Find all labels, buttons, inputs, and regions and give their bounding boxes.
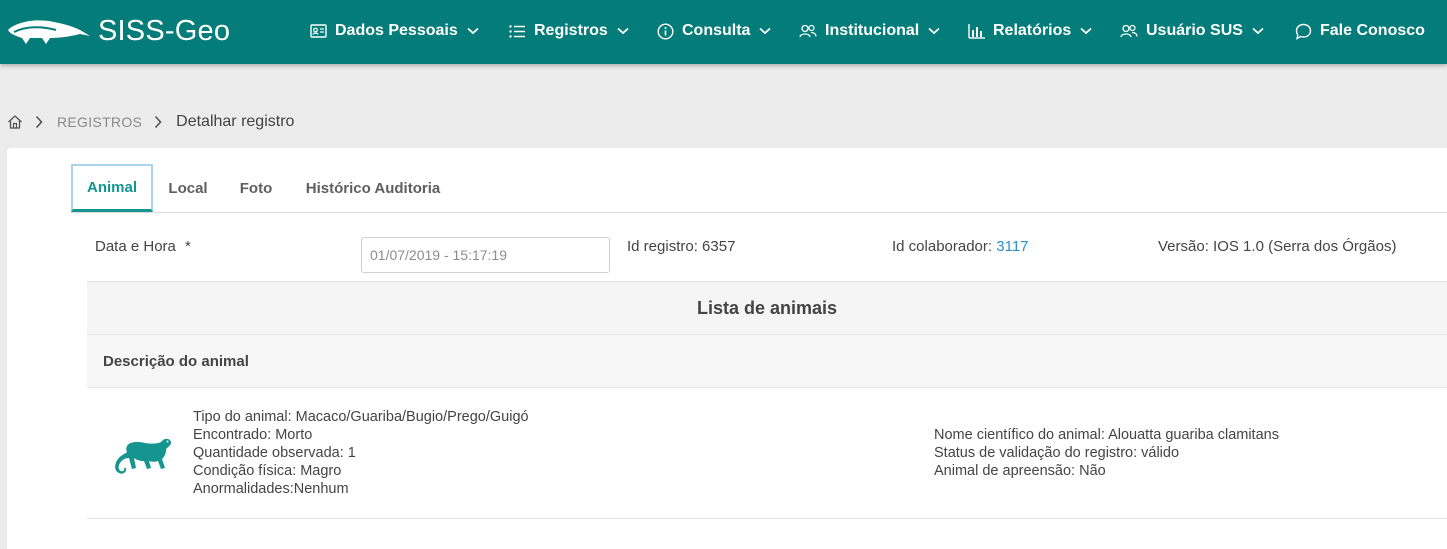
tab-bar: Animal Local Foto Histórico Auditoria <box>71 164 1447 213</box>
nav-fale-conosco[interactable]: Fale Conosco <box>1294 0 1425 62</box>
nav-label: Usuário SUS <box>1146 22 1243 39</box>
nav-label: Consulta <box>682 22 751 39</box>
animal-condicao: Condição física: Magro <box>193 463 342 479</box>
animal-list-item: Tipo do animal: Macaco/Guariba/Bugio/Pre… <box>87 388 1447 519</box>
versao-value: IOS 1.0 (Serra dos Órgãos) <box>1213 238 1397 255</box>
tab-local[interactable]: Local <box>161 164 215 212</box>
id-colaborador-link[interactable]: 3117 <box>996 238 1028 255</box>
id-card-icon <box>309 22 327 40</box>
breadcrumb-registros[interactable]: REGISTROS <box>57 114 142 130</box>
nav-label: Relatórios <box>993 22 1072 39</box>
main-nav: Dados Pessoais Registros Consulta Instit… <box>0 0 1447 64</box>
date-time-field[interactable]: 01/07/2019 - 15:17:19 <box>361 237 610 273</box>
home-icon[interactable] <box>7 114 23 130</box>
animal-status-validacao: Status de validação do registro: válido <box>934 445 1180 461</box>
nav-institucional[interactable]: Institucional <box>799 0 940 62</box>
nav-label: Registros <box>534 22 608 39</box>
date-label: Data e Hora * <box>95 238 191 255</box>
bar-chart-icon <box>967 22 985 40</box>
monkey-icon <box>115 438 172 474</box>
id-registro-value: 6357 <box>702 238 736 255</box>
animal-details-right: Nome científico do animal: Alouatta guar… <box>934 426 1279 480</box>
tab-historico-auditoria[interactable]: Histórico Auditoria <box>299 164 447 212</box>
chevron-right-icon <box>154 115 166 129</box>
nav-label: Dados Pessoais <box>335 22 458 39</box>
versao: Versão: IOS 1.0 (Serra dos Órgãos) <box>1158 238 1396 255</box>
nav-relatorios[interactable]: Relatórios <box>967 0 1092 62</box>
animal-encontrado: Encontrado: Morto <box>193 427 313 443</box>
animal-apreensao: Animal de apreensão: Não <box>934 463 1106 479</box>
nav-usuario-sus[interactable]: Usuário SUS <box>1120 0 1264 62</box>
top-navbar: SISS-Geo Dados Pessoais Registros Consul… <box>0 0 1447 64</box>
users-icon <box>799 22 817 40</box>
record-card: Animal Local Foto Histórico Auditoria Da… <box>7 148 1447 549</box>
breadcrumb: REGISTROS Detalhar registro <box>7 112 294 132</box>
animal-quantidade: Quantidade observada: 1 <box>193 445 356 461</box>
id-registro-label: Id registro: <box>627 238 698 255</box>
nav-label: Institucional <box>825 22 920 39</box>
animal-nome-cientifico: Nome científico do animal: Alouatta guar… <box>934 427 1279 443</box>
nav-registros[interactable]: Registros <box>508 0 629 62</box>
id-colaborador: Id colaborador: 3117 <box>892 238 1029 255</box>
nav-consulta[interactable]: Consulta <box>656 0 772 62</box>
chevron-down-icon <box>467 25 479 37</box>
versao-label: Versão: <box>1158 238 1209 255</box>
animal-tipo: Tipo do animal: Macaco/Guariba/Bugio/Pre… <box>193 409 529 425</box>
chevron-down-icon <box>759 25 772 37</box>
description-header: Descrição do animal <box>87 335 1447 388</box>
chevron-right-icon <box>35 115 47 129</box>
date-label-text: Data e Hora <box>95 238 176 255</box>
chevron-down-icon <box>617 25 629 37</box>
info-icon <box>656 22 674 40</box>
animal-details-left: Tipo do animal: Macaco/Guariba/Bugio/Pre… <box>193 408 529 498</box>
nav-dados-pessoais[interactable]: Dados Pessoais <box>309 0 479 62</box>
nav-label: Fale Conosco <box>1320 22 1425 39</box>
required-mark: * <box>185 238 191 255</box>
id-colaborador-label: Id colaborador: <box>892 238 993 255</box>
chevron-down-icon <box>1080 25 1092 37</box>
id-registro: Id registro: 6357 <box>627 238 735 255</box>
chevron-down-icon <box>928 25 940 37</box>
chevron-down-icon <box>1252 25 1264 37</box>
tab-animal[interactable]: Animal <box>71 164 153 212</box>
chat-icon <box>1294 22 1312 40</box>
list-title: Lista de animais <box>87 281 1447 335</box>
breadcrumb-current: Detalhar registro <box>176 113 295 130</box>
tab-foto[interactable]: Foto <box>231 164 281 212</box>
users-icon <box>1120 22 1138 40</box>
animal-anormalidades: Anormalidades:Nenhum <box>193 481 349 497</box>
list-icon <box>508 22 526 40</box>
